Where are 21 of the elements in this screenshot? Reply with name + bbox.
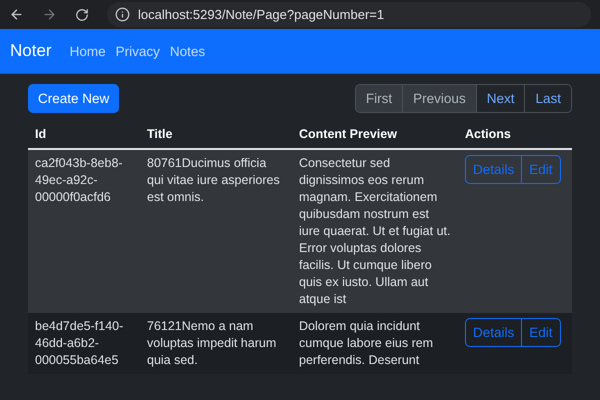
table-cell: ca2f043b-8eb8-49ec-a92c-00000f0acfd6 — [28, 150, 140, 313]
nav-link[interactable]: Privacy — [116, 44, 160, 58]
info-icon[interactable] — [115, 7, 130, 22]
reload-icon[interactable] — [75, 8, 89, 22]
page-button[interactable]: Last — [524, 85, 571, 112]
nav-link[interactable]: Home — [70, 44, 106, 58]
table-cell: Dolorem quia incidunt cumque labore eius rem perferendis. Deserunt — [292, 313, 458, 374]
nav-link[interactable]: Notes — [170, 44, 206, 58]
details-button[interactable]: Details — [466, 156, 522, 183]
table-cell: be4d7de5-f140-46dd-a6b2-000055ba64e5 — [28, 313, 140, 374]
create-new-button[interactable]: Create New — [28, 84, 120, 113]
table-cell: 80761Ducimus officia qui vitae iure asperiores est omnis. — [140, 150, 292, 313]
edit-button[interactable]: Edit — [521, 319, 560, 346]
details-button[interactable]: Details — [466, 319, 522, 346]
edit-button[interactable]: Edit — [521, 156, 560, 183]
back-icon[interactable] — [9, 7, 24, 22]
forward-icon[interactable] — [42, 7, 57, 22]
address-bar[interactable]: localhost:5293/Note/Page?pageNumber=1 — [107, 2, 591, 27]
brand-link[interactable]: Noter — [10, 41, 52, 61]
table-cell: 76121Nemo a nam voluptas impedit harum quia sed. — [140, 313, 292, 374]
table-cell: Consectetur sed dignissimos eos rerum magnam. Exercitationem quibusdam nostrum est iure quaerat. Ut et fugiat ut. Error voluptas dolores facilis. Ut cumque libero quis ex iusto. Ullam aut atque ist — [292, 150, 458, 313]
